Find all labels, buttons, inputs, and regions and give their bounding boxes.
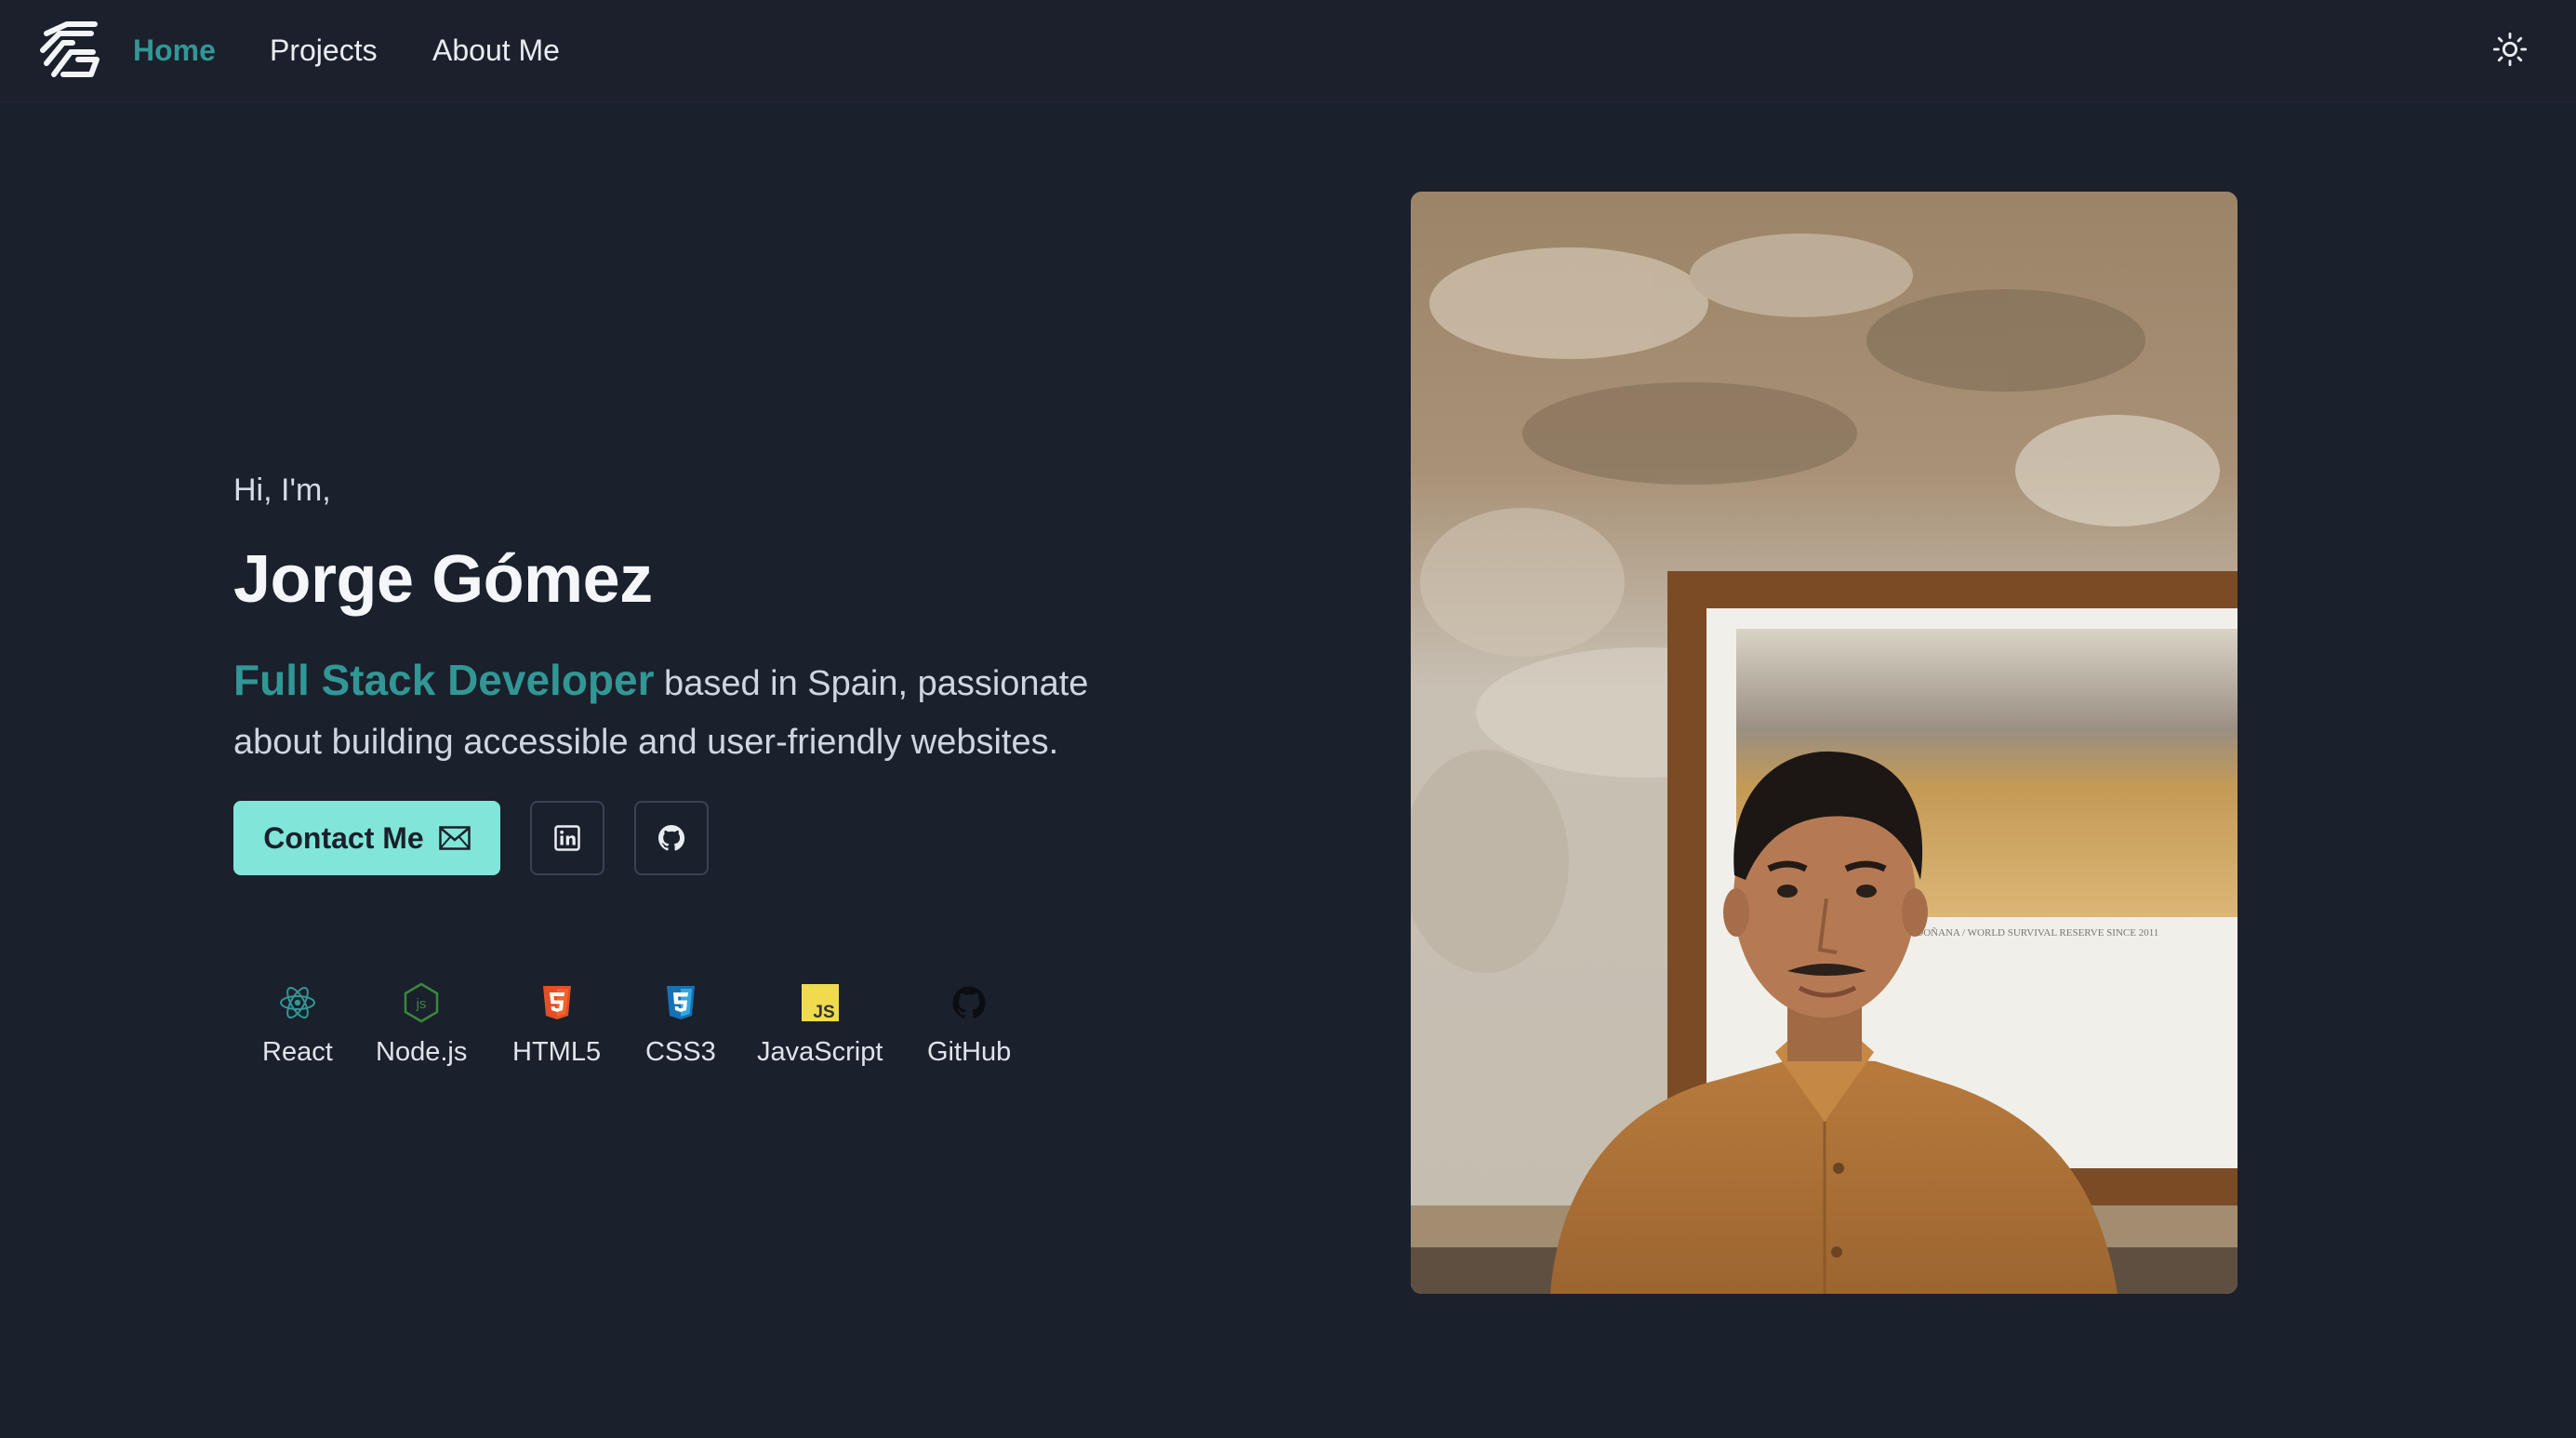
react-icon bbox=[279, 987, 315, 1019]
skill-github: GitHub bbox=[927, 982, 1011, 1068]
top-navbar: Home Projects About Me bbox=[0, 0, 2576, 102]
javascript-icon: JS bbox=[801, 984, 839, 1021]
skill-label: GitHub bbox=[927, 1037, 1012, 1067]
skill-html5: HTML5 bbox=[512, 982, 601, 1068]
nav-link-projects[interactable]: Projects bbox=[270, 32, 378, 69]
skill-css3: CSS3 bbox=[645, 982, 716, 1068]
profile-photo: ...DOÑANA / WORLD SURVIVAL RESERVE SINCE… bbox=[1411, 192, 2237, 1294]
contact-me-button[interactable]: Contact Me bbox=[233, 801, 500, 875]
frame-caption: ...DOÑANA / WORLD SURVIVAL RESERVE SINCE… bbox=[1908, 927, 2158, 939]
sun-icon[interactable] bbox=[2492, 32, 2528, 67]
skill-javascript: JS JavaScript bbox=[757, 982, 883, 1068]
envelope-icon bbox=[438, 826, 471, 850]
html5-icon bbox=[542, 986, 571, 1019]
linkedin-button[interactable] bbox=[530, 801, 604, 875]
skill-label: JavaScript bbox=[757, 1037, 883, 1067]
tagline-line1: based in Spain, passionate bbox=[654, 664, 1089, 703]
profile-photo-illustration: ...DOÑANA / WORLD SURVIVAL RESERVE SINCE… bbox=[1411, 192, 2237, 1294]
hero-tagline: Full Stack Developer based in Spain, pas… bbox=[233, 651, 1163, 772]
skill-react: React bbox=[262, 982, 333, 1068]
logo-icon[interactable] bbox=[37, 20, 102, 80]
tagline-line2: about building accessible and user-frien… bbox=[233, 723, 1059, 762]
skill-label: React bbox=[262, 1037, 333, 1067]
skill-nodejs: js Node.js bbox=[376, 982, 467, 1068]
hero-name: Jorge Gómez bbox=[233, 542, 653, 617]
github-icon bbox=[952, 986, 986, 1019]
css3-icon bbox=[666, 986, 695, 1019]
nodejs-icon: js bbox=[404, 982, 439, 1023]
github-icon bbox=[658, 825, 685, 851]
skill-label: CSS3 bbox=[645, 1037, 716, 1067]
nav-link-about-me[interactable]: About Me bbox=[432, 32, 560, 69]
svg-text:JS: JS bbox=[813, 1003, 834, 1021]
role-title: Full Stack Developer bbox=[233, 656, 655, 704]
skill-label: Node.js bbox=[376, 1037, 468, 1067]
linkedin-icon bbox=[554, 825, 580, 851]
github-button[interactable] bbox=[634, 801, 709, 875]
contact-me-label: Contact Me bbox=[263, 820, 424, 855]
nav-link-home[interactable]: Home bbox=[133, 32, 216, 69]
skill-label: HTML5 bbox=[512, 1037, 602, 1067]
svg-text:js: js bbox=[416, 996, 427, 1012]
greeting-text: Hi, I'm, bbox=[233, 473, 331, 508]
